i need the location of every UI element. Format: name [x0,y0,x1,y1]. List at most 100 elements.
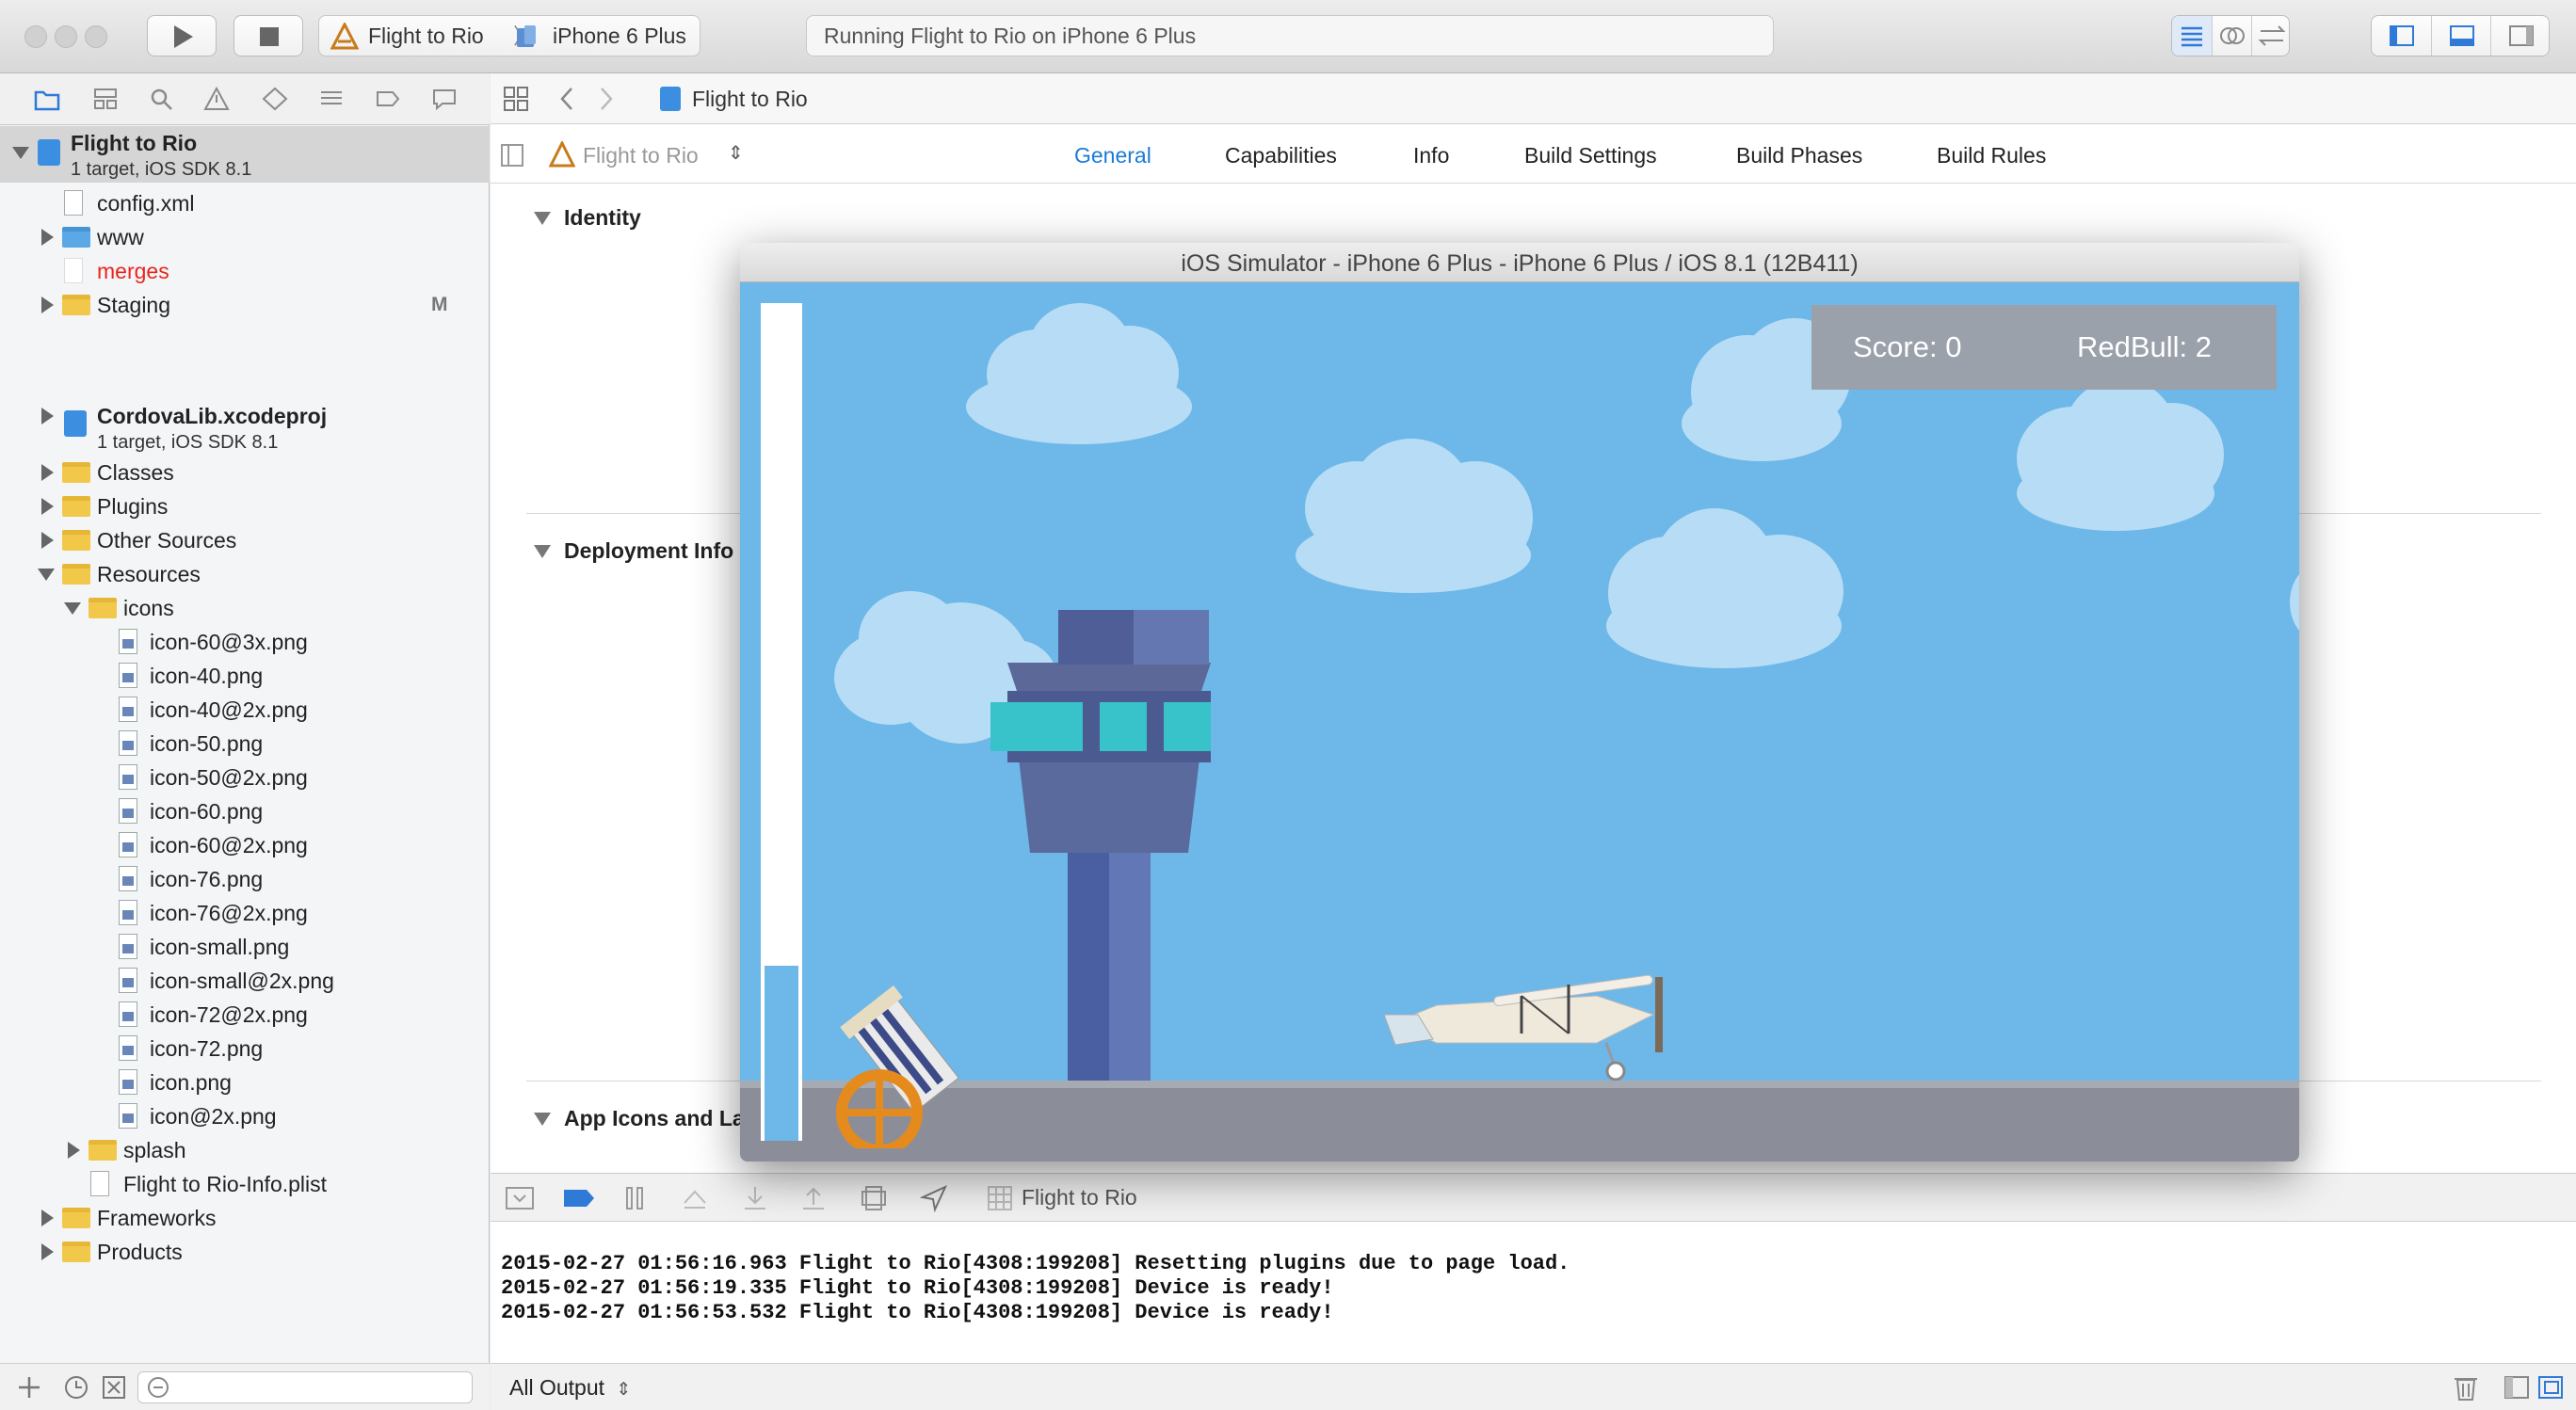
list-item-classes[interactable]: Classes [0,456,490,489]
tab-info[interactable]: Info [1413,143,1449,168]
list-item-cordovalib[interactable]: CordovaLib.xcodeproj 1 target, iOS SDK 8… [0,399,490,453]
disclosure-triangle-icon[interactable] [534,1113,551,1126]
add-icon[interactable] [15,1373,43,1402]
disclosure-triangle-icon[interactable] [41,532,54,549]
split-left-icon[interactable] [2504,1374,2530,1401]
list-item[interactable]: icon-50.png [0,727,490,761]
item-label: Other Sources [97,528,237,553]
split-right-icon[interactable] [2537,1374,2564,1401]
disclosure-triangle-icon[interactable] [41,408,54,425]
disclosure-triangle-icon[interactable] [12,147,29,159]
list-item[interactable]: icon.png [0,1066,490,1099]
list-item-splash[interactable]: splash [0,1133,490,1167]
warning-icon[interactable] [203,86,230,111]
tab-build-rules[interactable]: Build Rules [1937,143,2046,168]
recent-files-icon[interactable] [62,1373,90,1402]
list-item-staging[interactable]: Staging M [0,288,490,322]
list-item[interactable]: icon-76@2x.png [0,896,490,930]
run-button[interactable] [147,15,217,56]
debug-breadcrumb[interactable]: Flight to Rio [1022,1185,1137,1210]
back-arrow-icon[interactable] [556,85,579,113]
close-window-button[interactable] [24,25,47,48]
search-icon[interactable] [149,87,175,111]
disclosure-triangle-icon[interactable] [41,1210,54,1226]
test-navigator-icon[interactable] [262,87,288,111]
forward-arrow-icon[interactable] [594,85,617,113]
console-output[interactable]: 2015-02-27 01:56:16.963 Flight to Rio[43… [491,1222,2576,1363]
project-target-list-toggle-icon[interactable] [500,143,524,168]
ios-simulator-window[interactable]: iOS Simulator - iPhone 6 Plus - iPhone 6… [740,243,2299,1162]
folder-icon[interactable] [34,87,60,111]
list-item[interactable]: icon-72.png [0,1032,490,1066]
jump-bar-project[interactable]: Flight to Rio [692,87,808,112]
standard-editor-button[interactable] [2172,16,2212,56]
debug-navigator-icon[interactable] [318,87,345,111]
list-item-resources[interactable]: Resources [0,557,490,591]
list-item[interactable]: icon-40.png [0,659,490,693]
list-item-plugins[interactable]: Plugins [0,489,490,523]
list-item[interactable]: icon-40@2x.png [0,693,490,727]
disclosure-triangle-icon[interactable] [41,229,54,246]
toggle-utilities-button[interactable] [2490,16,2550,56]
disclosure-triangle-icon[interactable] [64,602,81,615]
pause-icon[interactable] [620,1184,649,1212]
view-debugger-icon[interactable] [860,1184,888,1212]
list-item[interactable]: icon-76.png [0,862,490,896]
item-label: icon-72.png [150,1036,264,1061]
tab-build-phases[interactable]: Build Phases [1736,143,1862,168]
disclosure-triangle-icon[interactable] [68,1142,80,1159]
list-item-icons[interactable]: icons [0,591,490,625]
list-item[interactable]: icon-72@2x.png [0,998,490,1032]
hide-debug-area-icon[interactable] [504,1184,536,1212]
png-file-icon [119,629,137,654]
trash-icon[interactable] [2452,1372,2480,1402]
disclosure-triangle-icon[interactable] [534,545,551,558]
toggle-navigator-button[interactable] [2372,16,2431,56]
breakpoints-toggle-icon[interactable] [562,1184,596,1212]
list-item-info-plist[interactable]: Flight to Rio-Info.plist [0,1167,490,1201]
list-item[interactable]: icon-60@3x.png [0,625,490,659]
list-item-www[interactable]: www [0,220,490,254]
list-item-other-sources[interactable]: Other Sources [0,523,490,557]
zoom-window-button[interactable] [85,25,107,48]
disclosure-triangle-icon[interactable] [534,212,551,225]
related-items-icon[interactable] [502,85,530,113]
simulator-title-bar[interactable]: iOS Simulator - iPhone 6 Plus - iPhone 6… [740,243,2299,282]
assistant-editor-button[interactable] [2212,16,2251,56]
disclosure-triangle-icon[interactable] [41,498,54,515]
list-item-merges[interactable]: merges [0,254,490,288]
tab-general[interactable]: General [1074,143,1151,168]
stop-button[interactable] [233,15,303,56]
game-canvas[interactable]: Score: 0 RedBull: 2 [740,282,2299,1162]
list-item[interactable]: icon-60.png [0,794,490,828]
toggle-debug-area-button[interactable] [2431,16,2490,56]
output-selector[interactable]: All Output ⇕ [509,1375,631,1401]
disclosure-triangle-icon[interactable] [38,569,55,581]
report-icon[interactable] [431,87,458,111]
list-item[interactable]: icon-50@2x.png [0,761,490,794]
symbol-navigator-icon[interactable] [92,87,119,111]
list-item[interactable]: icon-60@2x.png [0,828,490,862]
list-item-config-xml[interactable]: config.xml [0,186,490,220]
disclosure-triangle-icon[interactable] [41,1243,54,1260]
version-editor-button[interactable] [2251,16,2291,56]
list-item-products[interactable]: Products [0,1235,490,1269]
minimize-window-button[interactable] [55,25,77,48]
list-item[interactable]: icon@2x.png [0,1099,490,1133]
disclosure-triangle-icon[interactable] [41,464,54,481]
scheme-selector[interactable]: Flight to Rio 〉 iPhone 6 Plus [318,15,700,56]
step-over-icon[interactable] [681,1184,709,1212]
simulate-location-icon[interactable] [920,1184,948,1212]
list-item[interactable]: icon-small.png [0,930,490,964]
tab-capabilities[interactable]: Capabilities [1225,143,1337,168]
list-item[interactable]: icon-small@2x.png [0,964,490,998]
project-root-row[interactable]: Flight to Rio 1 target, iOS SDK 8.1 [0,126,490,183]
breakpoint-icon[interactable] [375,87,401,111]
filter-search-field[interactable] [137,1371,473,1403]
step-out-icon[interactable] [799,1184,828,1212]
scm-filter-icon[interactable] [100,1373,128,1402]
disclosure-triangle-icon[interactable] [41,296,54,313]
tab-build-settings[interactable]: Build Settings [1524,143,1657,168]
step-into-icon[interactable] [741,1184,769,1212]
list-item-frameworks[interactable]: Frameworks [0,1201,490,1235]
